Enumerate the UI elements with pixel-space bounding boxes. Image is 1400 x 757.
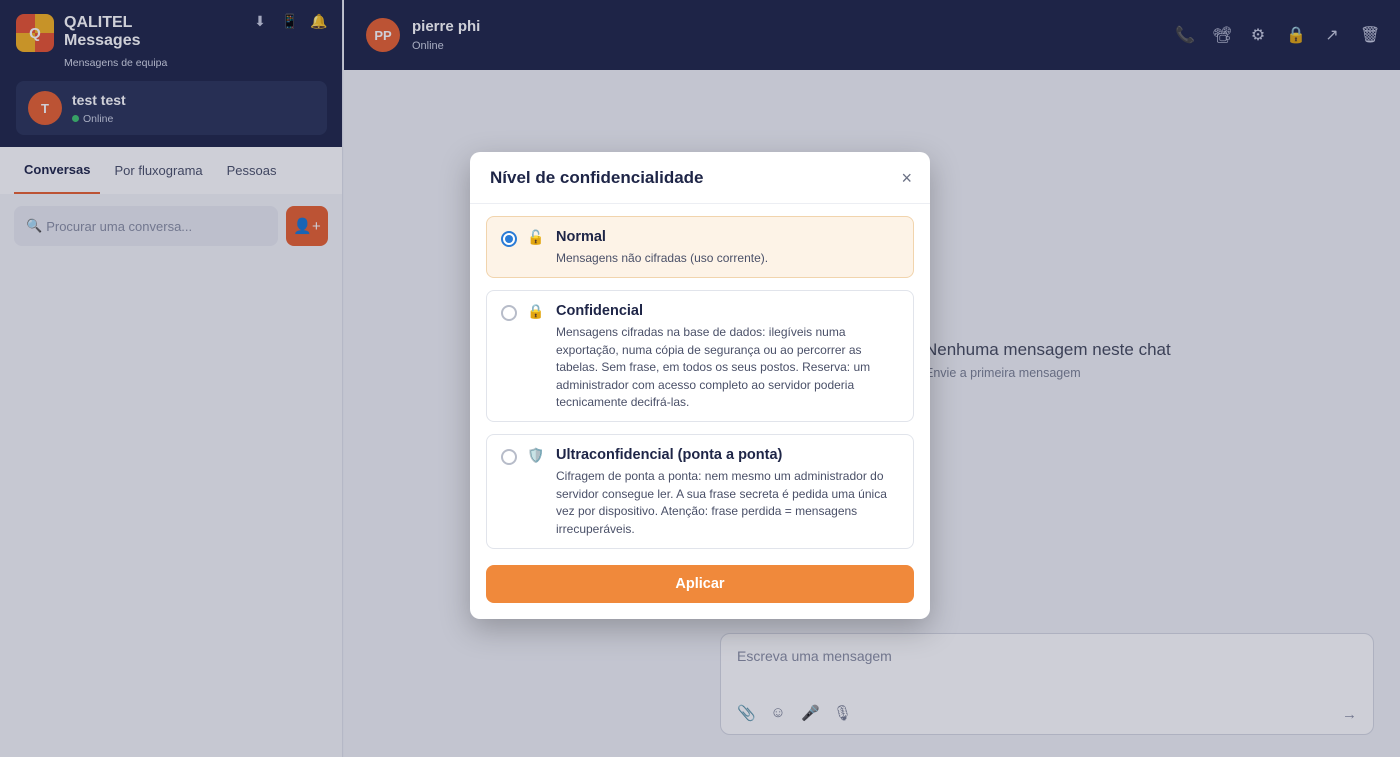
option-ultraconfidencial[interactable]: 🛡️ Ultraconfidencial (ponta a ponta) Cif… — [486, 434, 914, 549]
radio-ultraconfidencial[interactable] — [501, 449, 517, 465]
option-description: Cifragem de ponta a ponta: nem mesmo um … — [556, 469, 887, 536]
option-description: Mensagens cifradas na base de dados: ile… — [556, 325, 871, 409]
lock-icon: 🔒 — [527, 303, 545, 319]
option-normal[interactable]: 🔓 Normal Mensagens não cifradas (uso cor… — [486, 216, 914, 278]
shield-icon: 🛡️ — [527, 447, 545, 463]
option-title: Confidencial — [556, 303, 644, 319]
modal-header: Nível de confidencialidade × — [470, 152, 930, 204]
confidentiality-modal: Nível de confidencialidade × 🔓 Normal Me… — [470, 152, 930, 619]
unlock-icon: 🔓 — [527, 229, 545, 245]
option-title: Normal — [556, 229, 606, 245]
close-button[interactable]: × — [901, 168, 912, 189]
option-confidencial[interactable]: 🔒 Confidencial Mensagens cifradas na bas… — [486, 290, 914, 422]
radio-normal[interactable] — [501, 231, 517, 247]
apply-button[interactable]: Aplicar — [486, 565, 914, 603]
option-title: Ultraconfidencial (ponta a ponta) — [556, 447, 783, 463]
option-description: Mensagens não cifradas (uso corrente). — [556, 251, 769, 265]
modal-title: Nível de confidencialidade — [490, 167, 704, 187]
radio-confidencial[interactable] — [501, 305, 517, 321]
